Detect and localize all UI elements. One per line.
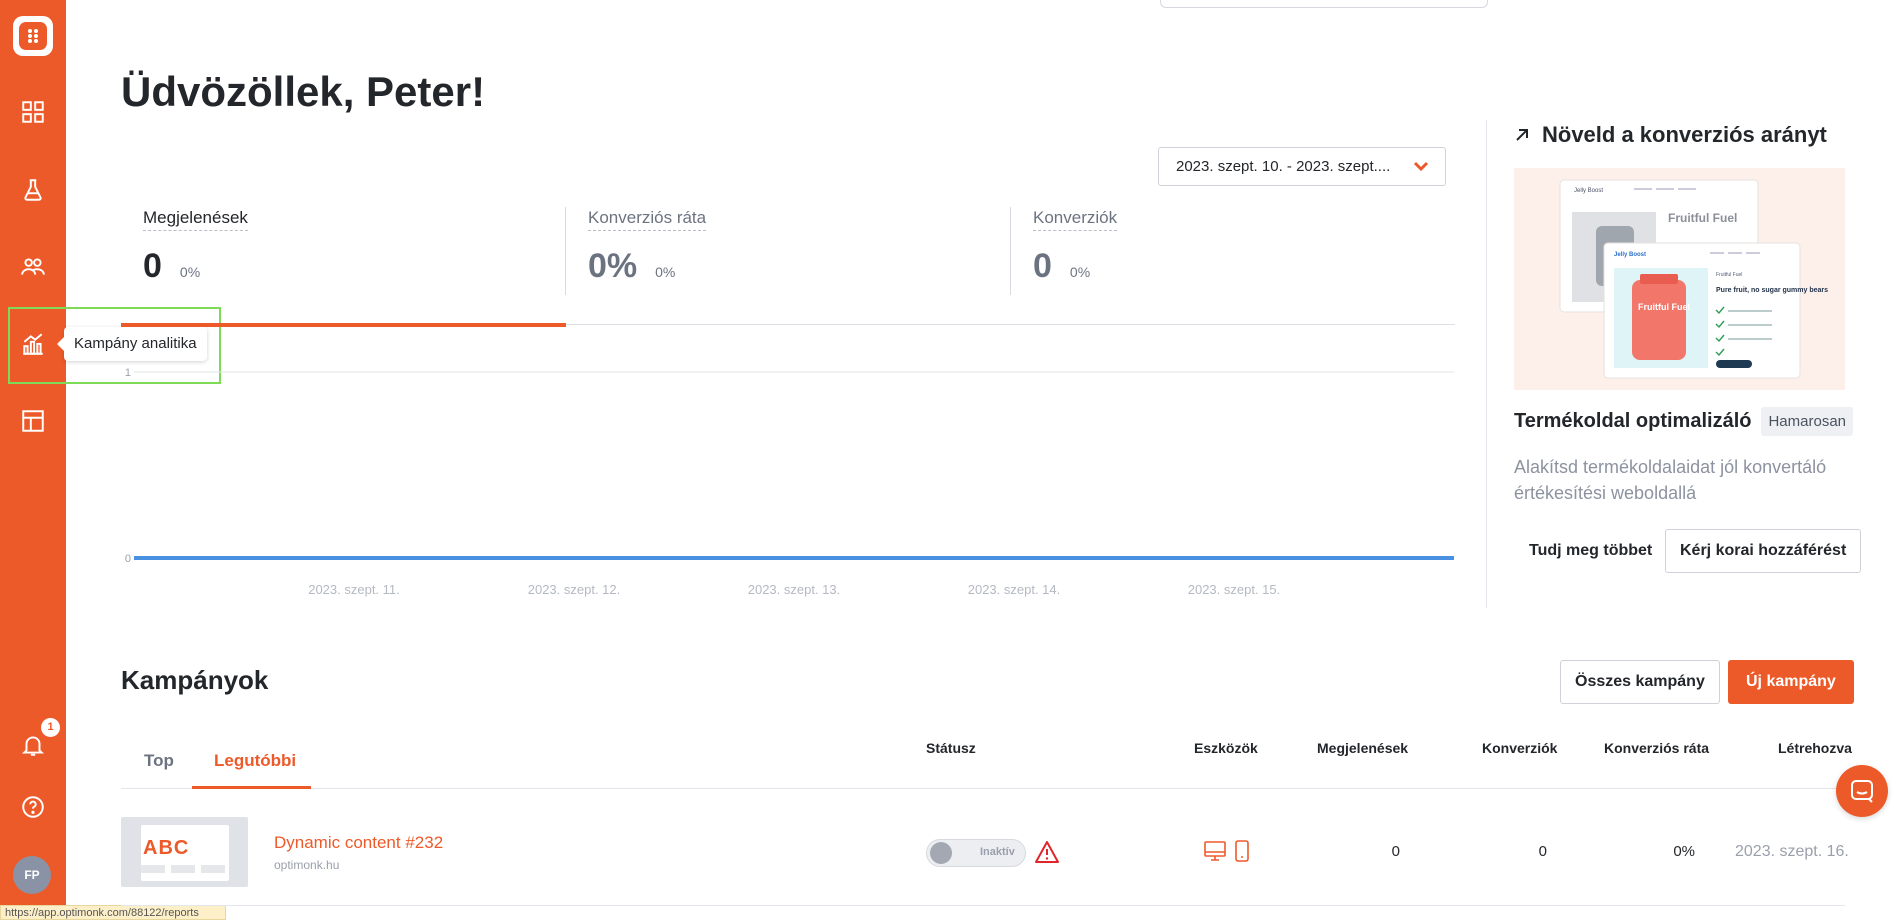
thumbnail-text: ABC bbox=[143, 837, 190, 859]
warning-icon[interactable] bbox=[1034, 840, 1060, 864]
promo-product-back: Fruitful Fuel bbox=[1668, 211, 1737, 225]
date-range-value: 2023. szept. 10. - 2023. szept.... bbox=[1176, 158, 1391, 175]
campaigns-title: Kampányok bbox=[121, 665, 269, 695]
x-tick-label: 2023. szept. 11. bbox=[308, 582, 400, 597]
mobile-icon bbox=[1235, 840, 1249, 862]
tab-recent[interactable]: Legutóbbi bbox=[214, 751, 296, 771]
app-logo[interactable] bbox=[13, 16, 53, 56]
campaign-thumbnail[interactable]: ABC bbox=[121, 817, 248, 887]
impressions-line-chart: 0 1 2023. szept. 11. 2023. szept. 12. 2023. … bbox=[125, 367, 1454, 597]
dropdown-popup-edge bbox=[1160, 0, 1488, 8]
column-header-status[interactable]: Státusz bbox=[926, 740, 976, 756]
notification-count-badge: 1 bbox=[41, 718, 60, 737]
promo-brand-front: Jelly Boost bbox=[1614, 252, 1646, 258]
status-label: Inaktív bbox=[980, 846, 1015, 858]
promo-subtitle: Termékoldal optimalizáló bbox=[1514, 410, 1752, 432]
cell-conversions: 0 bbox=[1538, 843, 1547, 860]
y-tick-label: 0 bbox=[125, 553, 131, 565]
subscribers-users-icon[interactable] bbox=[17, 251, 49, 283]
promo-product-small: Fruitful Fuel bbox=[1716, 272, 1742, 278]
tab-top[interactable]: Top bbox=[144, 751, 174, 771]
panel-divider bbox=[1486, 120, 1487, 608]
metric-divider bbox=[565, 207, 566, 295]
metric-impressions[interactable]: Megjelenések 0 0% bbox=[143, 208, 248, 286]
metric-divider bbox=[1010, 207, 1011, 295]
metric-label: Konverziós ráta bbox=[588, 208, 707, 231]
user-avatar[interactable]: FP bbox=[13, 856, 51, 894]
column-header-devices[interactable]: Eszközök bbox=[1194, 740, 1258, 756]
metric-label: Megjelenések bbox=[143, 208, 248, 231]
table-header-divider bbox=[121, 788, 1845, 789]
promo-title: Növeld a konverziós arányt bbox=[1514, 122, 1827, 148]
arrow-up-right-icon bbox=[1516, 129, 1528, 141]
chat-support-button[interactable] bbox=[1836, 765, 1888, 817]
coming-soon-badge: Hamarosan bbox=[1761, 407, 1854, 436]
promo-headline: Pure fruit, no sugar gummy bears bbox=[1716, 287, 1828, 294]
active-metric-indicator bbox=[121, 323, 566, 327]
metric-change: 0% bbox=[1069, 264, 1091, 280]
metric-value: 0 bbox=[143, 247, 162, 285]
templates-layout-icon[interactable] bbox=[17, 405, 49, 437]
column-header-conversions[interactable]: Konverziók bbox=[1482, 740, 1557, 756]
chat-icon bbox=[1851, 780, 1873, 803]
cell-impressions: 0 bbox=[1391, 843, 1400, 860]
metric-change: 0% bbox=[179, 264, 201, 280]
promo-description: Alakítsd termékoldalaidat jól konvertáló… bbox=[1514, 457, 1827, 503]
column-header-impressions[interactable]: Megjelenések bbox=[1317, 740, 1408, 756]
column-header-created[interactable]: Létrehozva bbox=[1778, 740, 1852, 756]
browser-status-url: https://app.optimonk.com/88122/reports bbox=[0, 905, 226, 920]
x-tick-label: 2023. szept. 13. bbox=[748, 582, 841, 597]
sidebar: 1 FP bbox=[0, 0, 66, 920]
row-divider bbox=[121, 905, 1845, 906]
desktop-icon bbox=[1204, 841, 1226, 861]
new-campaign-button[interactable]: Új kampány bbox=[1728, 660, 1854, 704]
y-tick-label: 1 bbox=[125, 367, 131, 379]
column-header-conversion-rate[interactable]: Konverziós ráta bbox=[1604, 740, 1709, 756]
promo-brand-back: Jelly Boost bbox=[1574, 188, 1603, 194]
early-access-button[interactable]: Kérj korai hozzáférést bbox=[1665, 529, 1862, 573]
page-title: Üdvözöllek, Peter! bbox=[121, 68, 486, 115]
metric-value: 0% bbox=[588, 247, 638, 285]
learn-more-button[interactable]: Tudj meg többet bbox=[1514, 529, 1667, 573]
metric-conversions[interactable]: Konverziók 0 0% bbox=[1033, 208, 1118, 286]
dashboard-icon[interactable] bbox=[17, 96, 49, 128]
x-tick-label: 2023. szept. 15. bbox=[1188, 582, 1281, 597]
logo-dots-icon bbox=[19, 22, 47, 50]
date-range-picker[interactable]: 2023. szept. 10. - 2023. szept.... bbox=[1158, 147, 1446, 186]
metric-change: 0% bbox=[655, 264, 676, 280]
promo-subtitle-row: Termékoldal optimalizáló Hamarosan bbox=[1514, 407, 1854, 436]
promo-title-text: Növeld a konverziós arányt bbox=[1542, 122, 1827, 147]
promo-illustration: Jelly Boost Fruitful Fuel Jelly Boost Fr… bbox=[1514, 168, 1845, 390]
metric-label: Konverziók bbox=[1033, 208, 1118, 231]
experiments-flask-icon[interactable] bbox=[17, 174, 49, 206]
metric-conversion-rate[interactable]: Konverziós ráta 0% 0% bbox=[588, 208, 707, 286]
help-icon[interactable] bbox=[17, 791, 49, 823]
x-tick-label: 2023. szept. 14. bbox=[968, 582, 1061, 597]
chevron-down-icon bbox=[1413, 161, 1429, 172]
cell-conversion-rate: 0% bbox=[1673, 843, 1695, 860]
metric-value: 0 bbox=[1033, 247, 1052, 285]
campaign-domain: optimonk.hu bbox=[274, 858, 340, 872]
active-tab-underline bbox=[192, 786, 311, 789]
campaign-status-toggle[interactable]: Inaktív bbox=[926, 839, 1026, 867]
promo-jar-label: Fruitful Fuel bbox=[1638, 302, 1690, 312]
campaign-name-link[interactable]: Dynamic content #232 bbox=[274, 833, 443, 853]
cell-created-date: 2023. szept. 16. bbox=[1735, 843, 1849, 860]
all-campaigns-button[interactable]: Összes kampány bbox=[1560, 660, 1720, 704]
x-tick-label: 2023. szept. 12. bbox=[528, 582, 621, 597]
